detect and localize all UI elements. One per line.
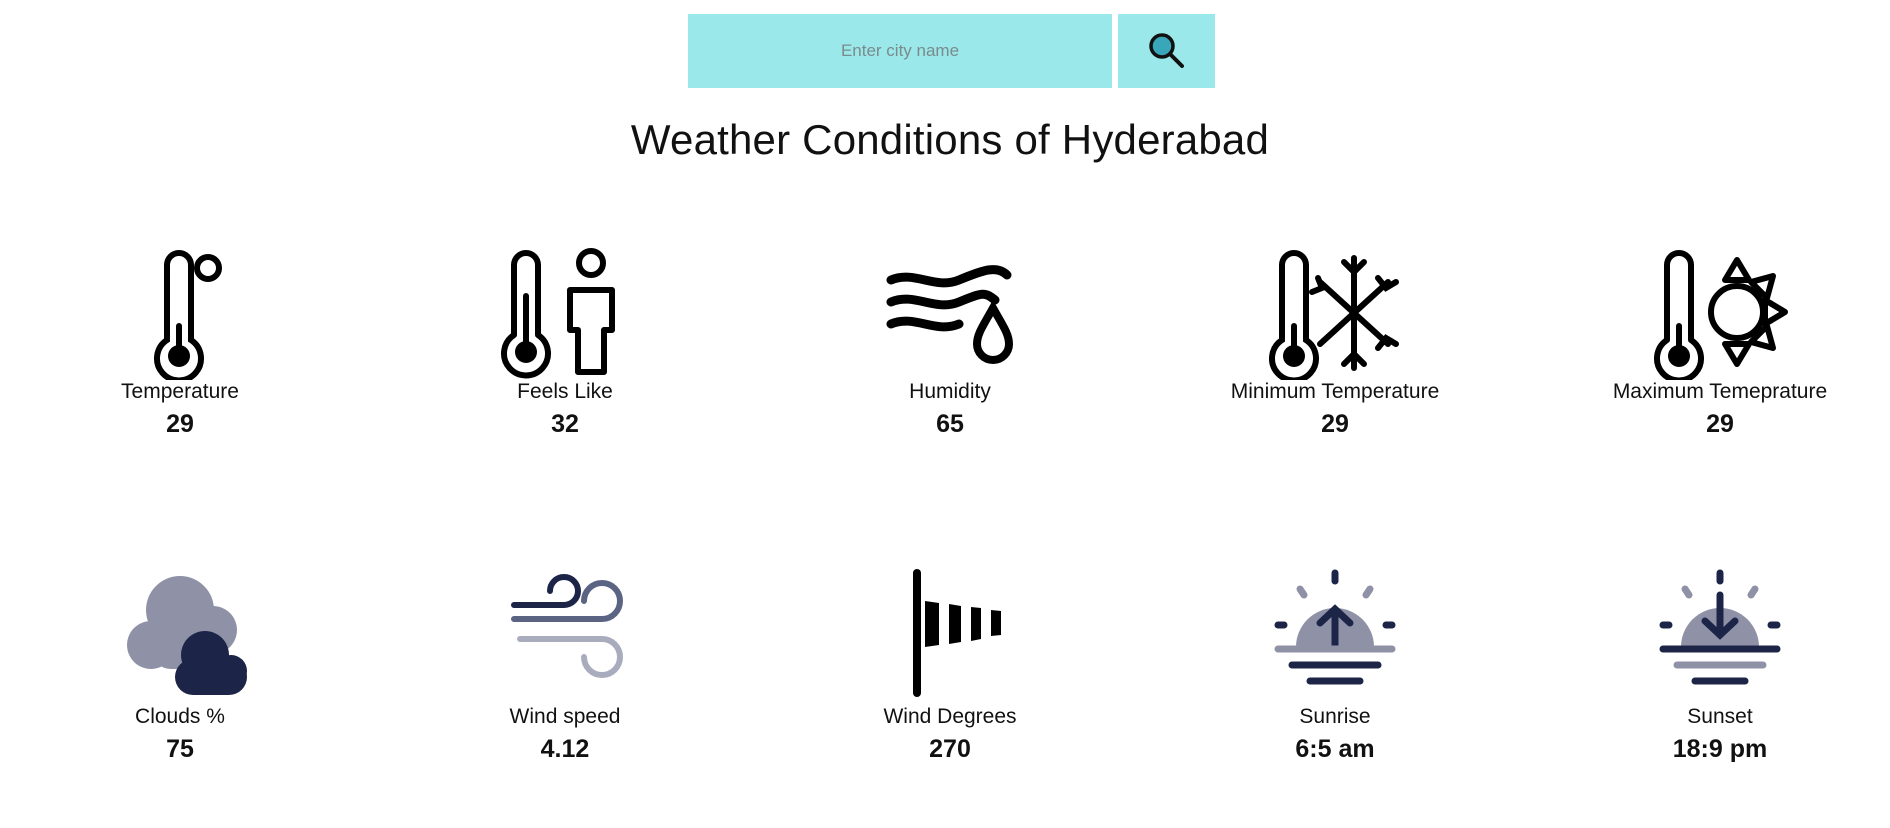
metric-label: Feels Like	[517, 380, 613, 403]
metric-value: 29	[166, 410, 194, 438]
page-title: Weather Conditions of Hyderabad	[630, 116, 1270, 163]
metric-label: Wind speed	[509, 705, 621, 728]
city-search-input[interactable]	[688, 14, 1112, 88]
metric-value: 18:9 pm	[1672, 735, 1768, 763]
sunrise-icon	[1274, 569, 1396, 685]
sunset-icon	[1659, 569, 1781, 685]
metric-value: 4.12	[540, 735, 590, 763]
metric-card-max-temperature: Maximum Temeprature 29	[1550, 230, 1890, 439]
metric-label: Temperature	[121, 380, 239, 403]
metric-card-sunset: Sunset 18:9 pm	[1550, 555, 1890, 764]
metric-label: Humidity	[909, 380, 991, 403]
thermometer-person-icon	[501, 248, 615, 379]
metric-value: 32	[551, 410, 579, 438]
metric-value: 270	[929, 735, 971, 763]
windsock-icon	[913, 569, 1001, 697]
metric-card-wind-speed: Wind speed 4.12	[395, 555, 735, 764]
metric-label: Wind Degrees	[883, 705, 1017, 728]
metric-card-sunrise: Sunrise 6:5 am	[1165, 555, 1505, 764]
clouds-icon	[127, 576, 247, 695]
metric-value: 65	[936, 410, 964, 438]
metric-value: 29	[1321, 410, 1349, 438]
search-button[interactable]	[1118, 14, 1215, 88]
metric-card-clouds: Clouds % 75	[10, 555, 350, 764]
metric-label: Sunrise	[1299, 705, 1371, 728]
metric-label: Clouds %	[135, 705, 225, 728]
metric-label: Minimum Temperature	[1230, 380, 1440, 403]
thermometer-snowflake-icon	[1269, 250, 1399, 380]
metric-card-temperature: Temperature 29	[10, 230, 350, 439]
thermometer-sun-icon	[1654, 250, 1788, 380]
metric-label: Sunset	[1687, 705, 1753, 728]
metric-value: 29	[1706, 410, 1734, 438]
search-icon	[1148, 33, 1184, 68]
thermometer-icon	[154, 250, 222, 380]
metric-card-min-temperature: Minimum Temperature 29	[1165, 230, 1505, 439]
metric-card-wind-degrees: Wind Degrees 270	[780, 555, 1120, 764]
humidity-icon	[886, 265, 1014, 364]
metric-value: 75	[166, 735, 194, 763]
wind-icon	[511, 574, 623, 678]
metric-label: Maximum Temeprature	[1612, 380, 1828, 403]
search-bar	[688, 14, 1215, 88]
metric-value: 6:5 am	[1295, 735, 1375, 763]
metric-card-feels-like: Feels Like 32	[395, 230, 735, 439]
metric-card-humidity: Humidity 65	[780, 230, 1120, 439]
